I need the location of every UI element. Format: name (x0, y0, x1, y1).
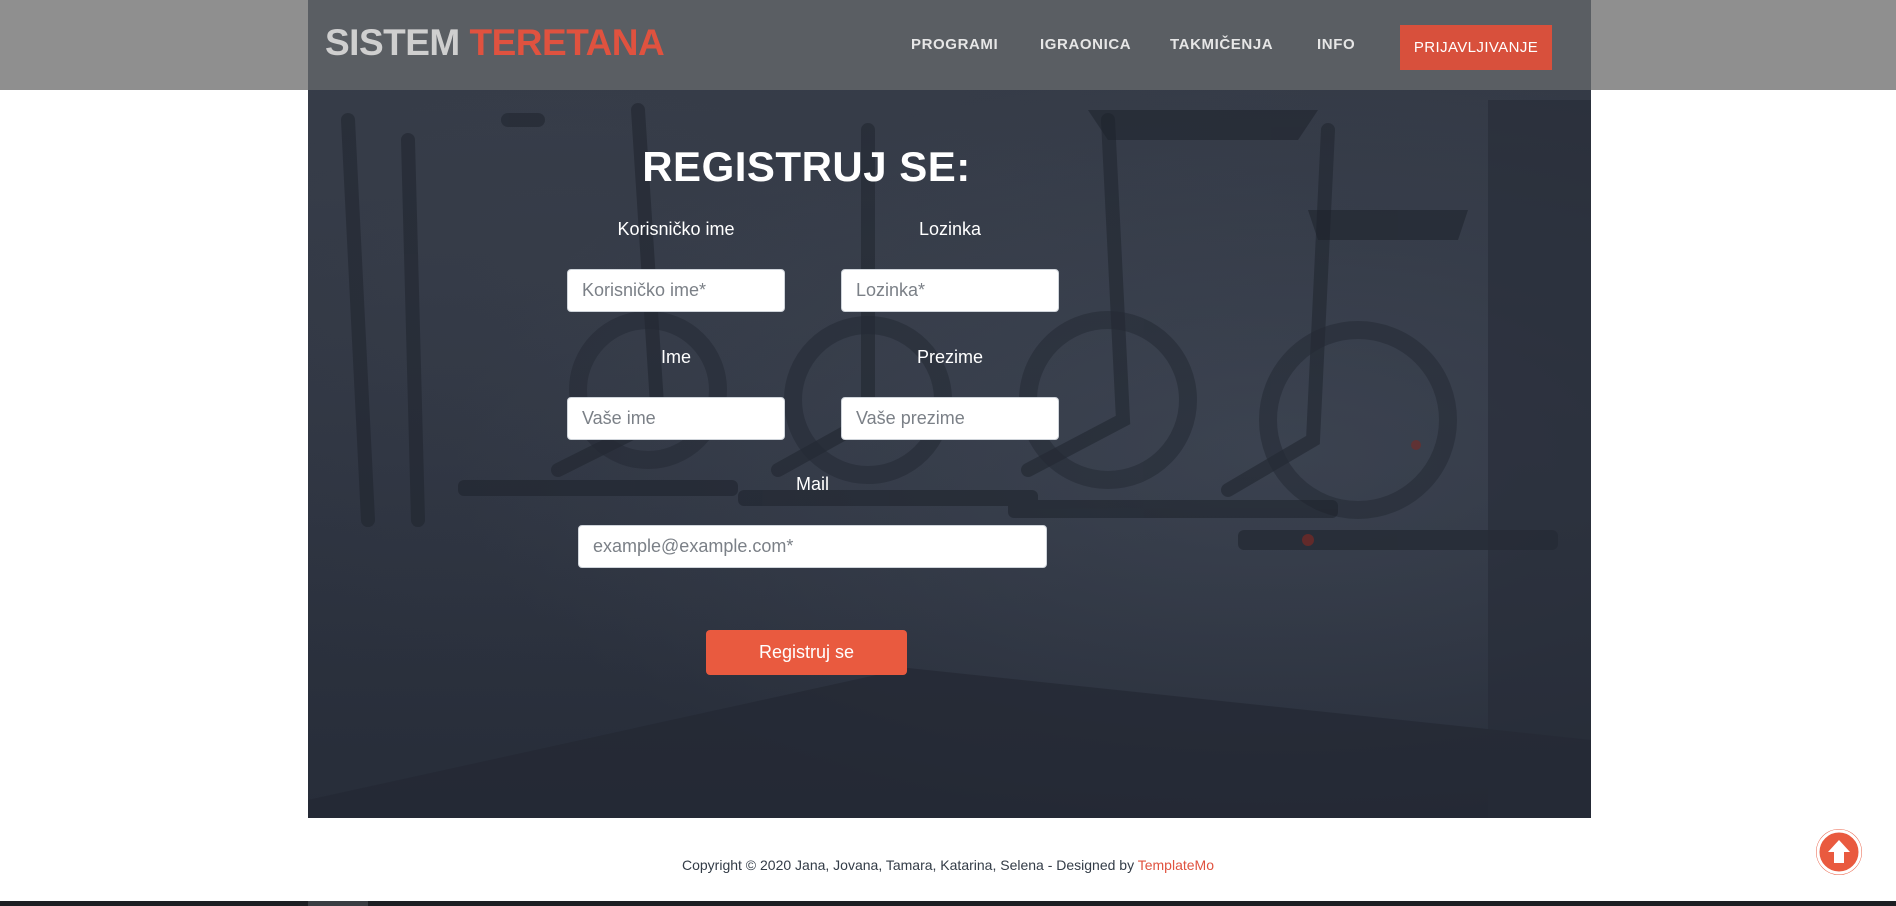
password-input[interactable] (841, 269, 1059, 312)
first-name-label: Ime (660, 347, 691, 367)
footer-copyright: Copyright © 2020 Jana, Jovana, Tamara, K… (0, 857, 1896, 873)
last-name-label: Prezime (916, 347, 983, 367)
form-title: REGISTRUJ SE: (642, 143, 971, 190)
email-input[interactable] (578, 525, 1047, 568)
username-label: Korisničko ime (617, 219, 735, 239)
last-name-input[interactable] (841, 397, 1059, 440)
register-button[interactable]: Registruj se (706, 630, 907, 675)
email-label: Mail (795, 474, 829, 494)
username-input[interactable] (567, 269, 785, 312)
bottom-edge-segment (308, 901, 368, 906)
top-navbar: SISTEM TERETANA PROGRAMI IGRAONICA TAKMI… (0, 0, 1896, 90)
brand-part-2: TERETANA (469, 22, 665, 63)
nav-item-info[interactable]: INFO (1317, 36, 1355, 53)
footer-templatemo-link[interactable]: TemplateMo (1138, 857, 1214, 873)
brand-logo[interactable]: SISTEM TERETANA (325, 22, 665, 64)
nav-item-programi[interactable]: PROGRAMI (911, 36, 998, 53)
navbar-container: SISTEM TERETANA PROGRAMI IGRAONICA TAKMI… (308, 0, 1591, 90)
brand-part-1: SISTEM (325, 22, 460, 63)
nav-item-igraonica[interactable]: IGRAONICA (1040, 36, 1131, 53)
arrow-up-circle-icon (1816, 829, 1862, 875)
scroll-top-button[interactable] (1816, 829, 1862, 875)
footer-text: Copyright © 2020 Jana, Jovana, Tamara, K… (681, 857, 1138, 873)
bottom-edge-bar (0, 901, 1896, 906)
password-label: Lozinka (918, 219, 982, 239)
nav-item-takmicenja[interactable]: TAKMIČENJA (1170, 36, 1273, 53)
first-name-input[interactable] (567, 397, 785, 440)
login-button[interactable]: PRIJAVLJIVANJE (1400, 25, 1552, 70)
